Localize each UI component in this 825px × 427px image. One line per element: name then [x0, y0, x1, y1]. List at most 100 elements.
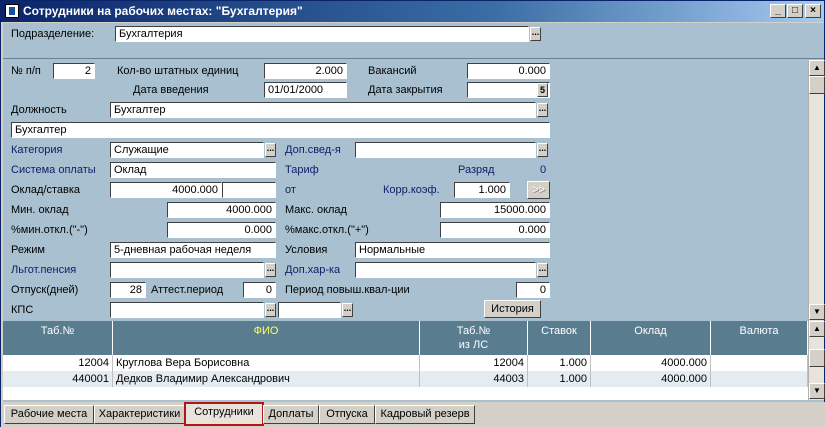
- cell-rate: 1.000: [528, 371, 591, 387]
- position-form: № п/п 2 Кол-во штатных единиц 2.000 Вака…: [3, 60, 825, 321]
- tab-workplaces[interactable]: Рабочие места: [4, 405, 94, 424]
- attest-field[interactable]: 0: [243, 282, 276, 298]
- position-field[interactable]: Бухгалтер: [110, 102, 536, 118]
- grade-label: Разряд: [458, 164, 495, 176]
- form-scrollbar[interactable]: ▲ ▼: [808, 60, 825, 321]
- pension-label: Льгот.пенсия: [11, 264, 77, 276]
- from-label: от: [285, 184, 296, 196]
- pension-field[interactable]: [110, 262, 264, 278]
- min-dev-label: %мин.откл.("-"): [11, 224, 88, 236]
- calendar-icon[interactable]: 5: [537, 83, 548, 97]
- cell-tab-no: 440001: [3, 371, 113, 387]
- department-label: Подразделение:: [11, 28, 95, 40]
- col-header-salary[interactable]: Оклад: [591, 321, 711, 355]
- extra-info-lookup-button[interactable]: ...: [537, 143, 548, 157]
- max-dev-label: %макс.откл.("+"): [285, 224, 369, 236]
- extra-char-label: Доп.хар-ка: [285, 264, 341, 276]
- max-salary-label: Макс. оклад: [285, 204, 347, 216]
- vacancies-field[interactable]: 0.000: [467, 63, 550, 79]
- extra-char-field[interactable]: [355, 262, 536, 278]
- min-salary-field[interactable]: 4000.000: [167, 202, 276, 218]
- tab-employees[interactable]: Сотрудники: [184, 402, 264, 426]
- extra-char-lookup-button[interactable]: ...: [537, 263, 548, 277]
- grade-value: 0: [540, 164, 547, 176]
- title-bar[interactable]: Сотрудники на рабочих местах: "Бухгалтер…: [1, 1, 824, 22]
- col-header-tab-no[interactable]: Таб.№: [3, 321, 113, 355]
- department-field[interactable]: Бухгалтерия: [115, 26, 529, 42]
- position-lookup-button[interactable]: ...: [537, 103, 548, 117]
- form-scroll-down-button[interactable]: ▼: [809, 304, 825, 320]
- category-lookup-button[interactable]: ...: [265, 143, 276, 157]
- table-row[interactable]: 440001 Дедков Владимир Александрович 440…: [3, 371, 808, 387]
- attest-label: Аттест.период: [151, 284, 224, 296]
- salary-extra-field[interactable]: [222, 182, 276, 198]
- extra-info-field[interactable]: [355, 142, 536, 158]
- cell-currency: [711, 355, 808, 371]
- num-label: № п/п: [11, 65, 41, 77]
- salary-label: Оклад/ставка: [11, 184, 81, 196]
- employees-grid: Таб.№ ФИО Таб.№ из ЛС Ставок Оклад Валют…: [3, 321, 825, 400]
- kps-label: КПС: [11, 304, 34, 316]
- form-scroll-up-button[interactable]: ▲: [809, 60, 825, 76]
- col-header-currency[interactable]: Валюта: [711, 321, 808, 355]
- grid-scroll-down-button[interactable]: ▼: [809, 383, 825, 399]
- staff-units-field[interactable]: 2.000: [264, 63, 347, 79]
- close-date-label: Дата закрытия: [368, 84, 443, 96]
- min-dev-field[interactable]: 0.000: [167, 222, 276, 238]
- table-row[interactable]: 12004 Круглова Вера Борисовна 12004 1.00…: [3, 355, 808, 371]
- pension-lookup-button[interactable]: ...: [265, 263, 276, 277]
- grid-scrollbar[interactable]: ▲ ▼: [808, 321, 825, 400]
- extra-info-label: Доп.свед-я: [285, 144, 341, 156]
- vacation-field[interactable]: 28: [110, 282, 146, 298]
- kps-secondary-field[interactable]: [278, 302, 341, 318]
- pay-system-field[interactable]: Оклад: [110, 162, 276, 178]
- conditions-label: Условия: [285, 244, 328, 256]
- category-field[interactable]: Служащие: [110, 142, 264, 158]
- app-icon: [5, 4, 19, 18]
- cell-rate: 1.000: [528, 355, 591, 371]
- salary-field[interactable]: 4000.000: [110, 182, 222, 198]
- cell-fio: Круглова Вера Борисовна: [113, 355, 420, 371]
- position-label: Должность: [11, 104, 67, 116]
- tab-vacations[interactable]: Отпуска: [319, 405, 375, 424]
- col-header-tab-no-ls[interactable]: Таб.№ из ЛС: [420, 321, 528, 355]
- history-button[interactable]: История: [484, 300, 541, 318]
- corr-coef-field[interactable]: 1.000: [454, 182, 510, 198]
- tab-characteristics[interactable]: Характеристики: [94, 405, 185, 424]
- position-fullname-field[interactable]: Бухгалтер: [11, 122, 550, 138]
- corr-coef-apply-button[interactable]: >>: [527, 181, 550, 199]
- tab-personnel-reserve[interactable]: Кадровый резерв: [375, 405, 475, 424]
- kps-lookup-button[interactable]: ...: [265, 303, 276, 317]
- qual-label: Период повыш.квал-ции: [285, 284, 410, 296]
- kps-field[interactable]: [110, 302, 264, 318]
- tariff-label: Тариф: [285, 164, 319, 176]
- close-button[interactable]: ×: [805, 4, 821, 18]
- intro-date-label: Дата введения: [133, 84, 209, 96]
- kps-secondary-lookup-button[interactable]: ...: [342, 303, 353, 317]
- col-header-rate[interactable]: Ставок: [528, 321, 591, 355]
- cell-tab-no-ls: 44003: [420, 371, 528, 387]
- cell-salary: 4000.000: [591, 355, 711, 371]
- qual-field[interactable]: 0: [516, 282, 550, 298]
- mode-field[interactable]: 5-дневная рабочая неделя: [110, 242, 276, 258]
- main-window: Сотрудники на рабочих местах: "Бухгалтер…: [0, 0, 825, 427]
- grid-scroll-up-button[interactable]: ▲: [809, 321, 825, 337]
- conditions-field[interactable]: Нормальные: [355, 242, 550, 258]
- tab-strip: Рабочие места Характеристики Сотрудники …: [1, 402, 825, 427]
- maximize-button[interactable]: □: [787, 4, 803, 18]
- cell-currency: [711, 371, 808, 387]
- num-field[interactable]: 2: [53, 63, 95, 79]
- minimize-button[interactable]: _: [770, 4, 786, 18]
- tab-allowances[interactable]: Доплаты: [263, 405, 319, 424]
- max-salary-field[interactable]: 15000.000: [440, 202, 550, 218]
- grid-scroll-thumb[interactable]: [809, 349, 825, 367]
- staff-units-label: Кол-во штатных единиц: [117, 65, 239, 77]
- pay-system-label: Система оплаты: [11, 164, 96, 176]
- col-header-fio[interactable]: ФИО: [113, 321, 420, 355]
- cell-tab-no: 12004: [3, 355, 113, 371]
- max-dev-field[interactable]: 0.000: [440, 222, 550, 238]
- department-lookup-button[interactable]: ...: [530, 27, 541, 41]
- intro-date-field[interactable]: 01/01/2000: [264, 82, 347, 98]
- form-scroll-thumb[interactable]: [809, 76, 825, 94]
- cell-tab-no-ls: 12004: [420, 355, 528, 371]
